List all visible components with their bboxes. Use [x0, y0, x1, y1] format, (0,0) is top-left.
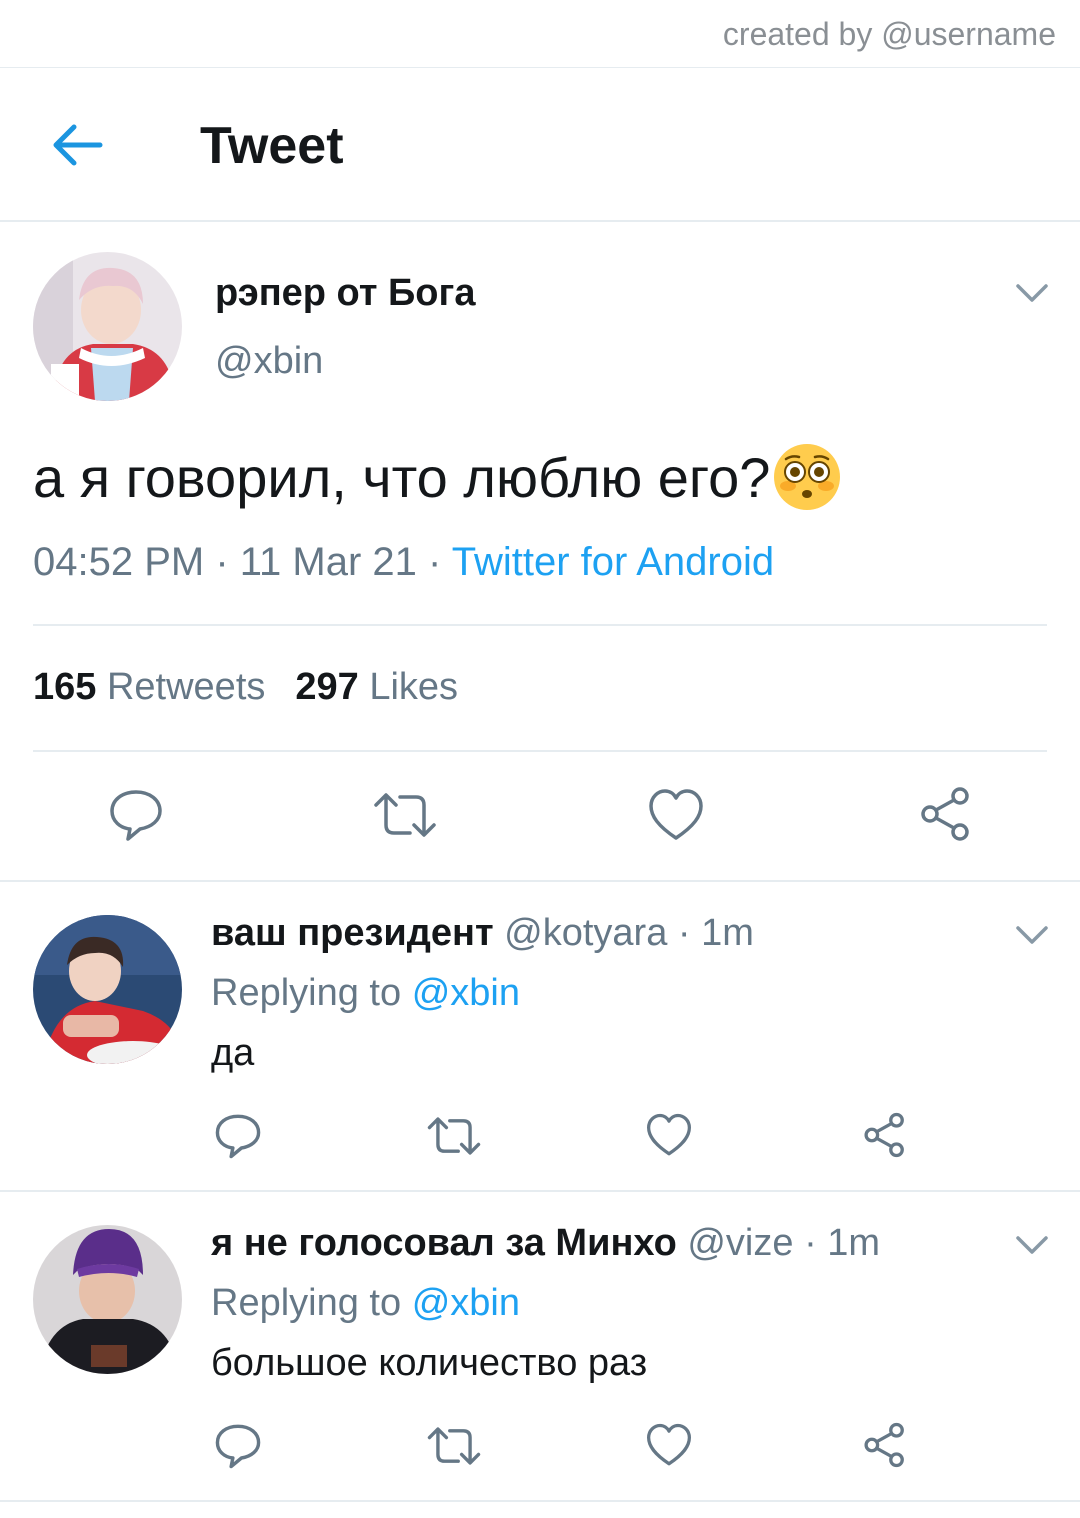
share-button[interactable]: [862, 1112, 908, 1158]
avatar-image: [33, 915, 182, 1064]
app-header: Tweet: [0, 68, 1080, 222]
main-tweet: рэпер от Бога @xbin а я говорил, что люб…: [0, 222, 1080, 882]
avatar[interactable]: [33, 915, 182, 1064]
tweet-meta: 04:52 PM · 11 Mar 21 · Twitter for Andro…: [33, 540, 774, 585]
like-button[interactable]: [648, 788, 704, 842]
heart-icon: [647, 1113, 692, 1156]
reply-time: 1m: [827, 1222, 881, 1264]
likes-label: Likes: [369, 666, 459, 708]
reply-author-name[interactable]: я не голосовал за Минхо: [211, 1222, 677, 1264]
credit-text: created by @username: [722, 16, 1056, 52]
reply-icon: [215, 1114, 261, 1159]
reply-text: да: [211, 1032, 255, 1074]
reply-header: ваш президент @kotyara · 1m: [211, 912, 754, 955]
replying-label: Replying to: [211, 972, 402, 1014]
reply-tweet[interactable]: я не голосовал за Минхо @vize · 1m Reply…: [0, 1192, 1080, 1502]
heart-icon: [649, 789, 703, 840]
tweet-stats: 165 Retweets 297 Likes: [33, 666, 458, 709]
likes-count: 297: [295, 666, 359, 708]
meta-separator: ·: [667, 912, 702, 954]
avatar-image: [33, 252, 182, 401]
tweet-text: а я говорил, что люблю его?: [33, 442, 842, 512]
divider: [33, 750, 1047, 752]
reply-author-name[interactable]: ваш президент: [211, 912, 494, 954]
reply-icon: [110, 790, 162, 841]
reply-text: большое количество раз: [211, 1342, 648, 1384]
avatar[interactable]: [33, 1225, 182, 1374]
reply-icon: [215, 1424, 261, 1469]
page-title: Tweet: [200, 117, 344, 175]
tweet-date: 11 Mar 21: [239, 540, 417, 584]
retweets-stat[interactable]: 165 Retweets: [33, 666, 265, 708]
flushed-face-emoji: [772, 442, 842, 512]
share-icon: [864, 1422, 904, 1468]
replying-label: Replying to: [211, 1282, 402, 1324]
tweet-text-content: а я говорил, что люблю его?: [33, 445, 771, 509]
avatar[interactable]: [33, 252, 182, 401]
author-name[interactable]: рэпер от Бога: [215, 272, 475, 315]
share-button[interactable]: [862, 1422, 908, 1468]
retweet-icon: [427, 1427, 481, 1465]
meta-separator: ·: [793, 1222, 828, 1264]
reply-button[interactable]: [108, 787, 164, 843]
replying-to-link[interactable]: @xbin: [412, 972, 520, 1014]
reply-time: 1m: [701, 912, 754, 954]
chevron-down-icon: [1016, 284, 1048, 302]
reply-button[interactable]: [214, 1422, 262, 1470]
replying-to-link[interactable]: @xbin: [412, 1282, 520, 1324]
tweet-menu-button[interactable]: [1015, 924, 1049, 946]
reply-header: я не голосовал за Минхо @vize · 1m: [211, 1222, 880, 1265]
meta-separator: ·: [204, 540, 240, 584]
replying-to: Replying to @xbin: [211, 972, 520, 1015]
meta-separator: ·: [416, 540, 452, 584]
replying-to: Replying to @xbin: [211, 1282, 520, 1325]
reply-author-handle[interactable]: @kotyara: [504, 912, 667, 954]
back-button[interactable]: [48, 120, 104, 170]
reply-author-handle[interactable]: @vize: [687, 1222, 793, 1264]
tweet-time: 04:52 PM: [33, 540, 205, 584]
reply-tweet[interactable]: ваш президент @kotyara · 1m Replying to …: [0, 882, 1080, 1192]
retweet-icon: [427, 1117, 481, 1155]
retweet-button[interactable]: [426, 1114, 482, 1158]
avatar-image: [33, 1225, 182, 1374]
heart-icon: [647, 1423, 692, 1466]
tweet-source-link[interactable]: Twitter for Android: [452, 540, 774, 584]
tweet-menu-button[interactable]: [1015, 282, 1049, 304]
retweets-count: 165: [33, 666, 97, 708]
chevron-down-icon: [1016, 1236, 1048, 1254]
retweet-button[interactable]: [426, 1424, 482, 1468]
share-icon: [921, 787, 969, 841]
share-icon: [864, 1112, 904, 1158]
retweets-label: Retweets: [106, 666, 266, 708]
divider: [33, 624, 1047, 626]
like-button[interactable]: [646, 1113, 692, 1157]
likes-stat[interactable]: 297 Likes: [295, 666, 458, 708]
credit-bar: created by @username: [0, 0, 1080, 68]
share-button[interactable]: [918, 786, 974, 842]
back-arrow-icon: [53, 124, 103, 166]
chevron-down-icon: [1016, 926, 1048, 944]
retweet-button[interactable]: [372, 789, 438, 841]
retweet-icon: [374, 793, 436, 837]
like-button[interactable]: [646, 1423, 692, 1467]
tweet-menu-button[interactable]: [1015, 1234, 1049, 1256]
author-handle[interactable]: @xbin: [215, 340, 323, 383]
reply-button[interactable]: [214, 1112, 262, 1160]
